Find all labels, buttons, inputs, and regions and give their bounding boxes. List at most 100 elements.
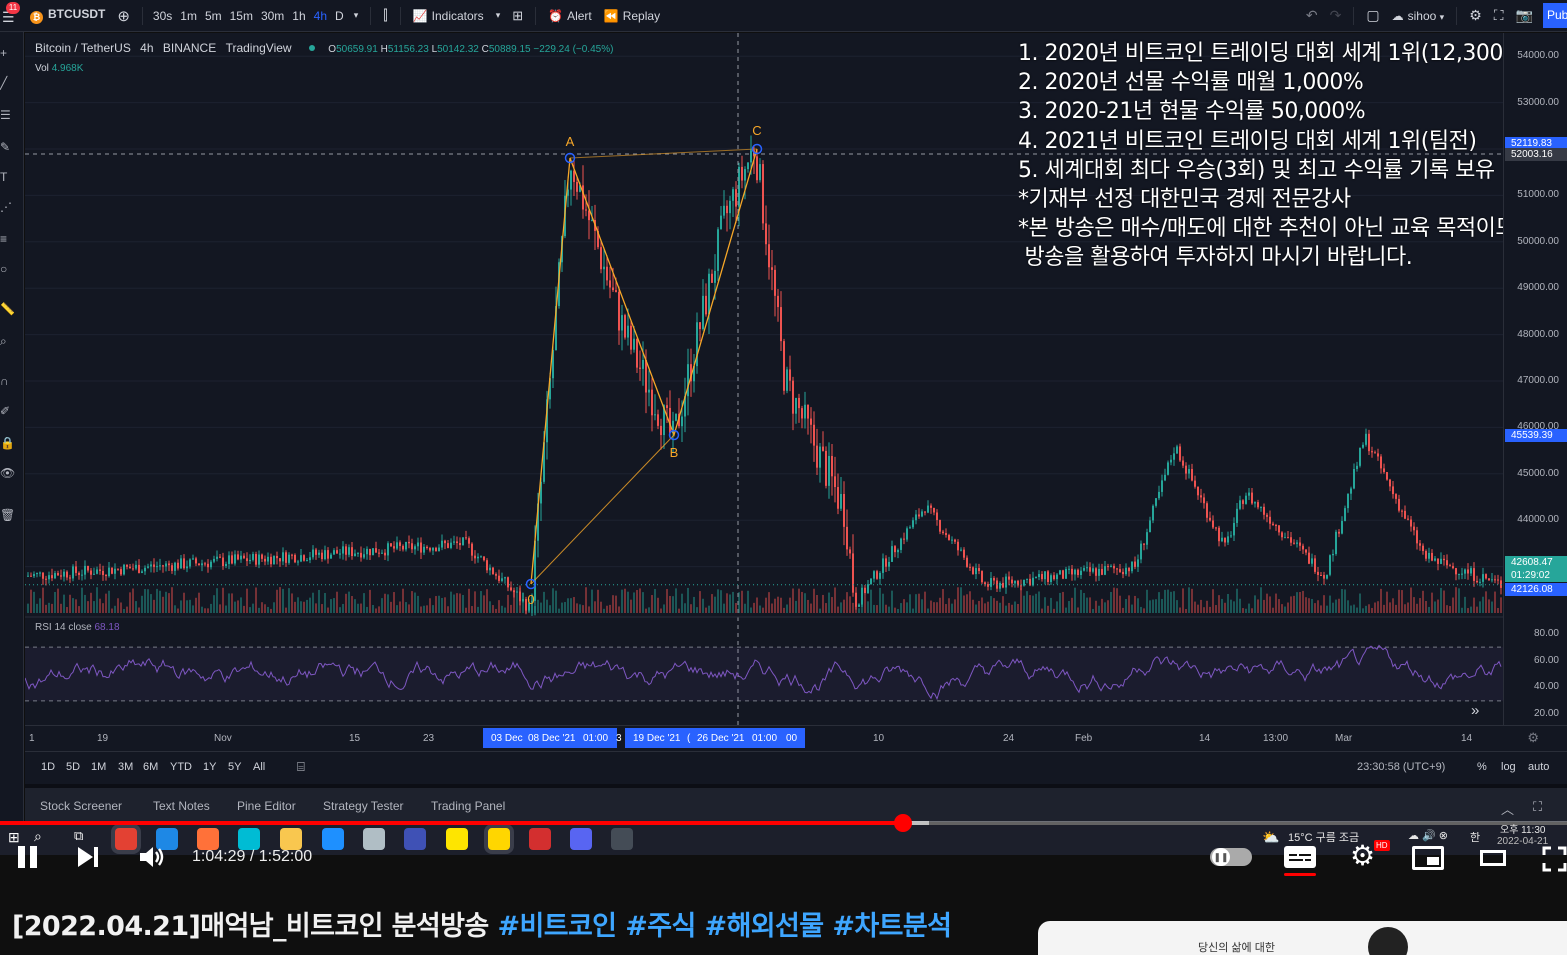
range-1M[interactable]: 1M	[91, 761, 106, 773]
publish-button[interactable]: Pub	[1543, 3, 1567, 28]
pause-button[interactable]	[16, 844, 40, 870]
range-3M[interactable]: 3M	[118, 761, 133, 773]
candle-body	[576, 181, 578, 192]
volume-bar	[948, 598, 950, 613]
volume-bar	[177, 608, 179, 613]
interval-5m[interactable]: 5m	[201, 9, 226, 23]
autoplay-toggle[interactable]: ❚❚	[1210, 848, 1252, 866]
interval-1h[interactable]: 1h	[288, 9, 309, 23]
volume-bar	[1143, 608, 1145, 613]
trend-line-icon[interactable]: ╱	[0, 76, 14, 90]
shapes-icon[interactable]: ○	[0, 262, 14, 276]
snapshot-button[interactable]: 📷	[1510, 7, 1539, 24]
next-button[interactable]	[76, 845, 100, 874]
hashtag-link[interactable]: #차트분석	[832, 911, 952, 942]
volume-bar	[795, 600, 797, 613]
layout-select-button[interactable]: ▢	[1360, 7, 1385, 24]
volume-bar	[285, 607, 287, 613]
redo-button[interactable]: ↷	[1324, 7, 1348, 24]
forecast-icon[interactable]: ≡	[0, 232, 14, 246]
candle-body	[1437, 558, 1439, 564]
brush-icon[interactable]: ✎	[0, 140, 14, 154]
hashtag-link[interactable]: #해외선물	[705, 911, 833, 942]
interval-1m[interactable]: 1m	[176, 9, 201, 23]
range-YTD[interactable]: YTD	[170, 761, 192, 773]
candle-body	[309, 557, 311, 561]
fullscreen-button[interactable]	[1542, 846, 1567, 872]
lock-icon[interactable]: 🔒	[0, 436, 15, 450]
mute-button[interactable]	[138, 844, 166, 875]
symbol-search[interactable]: ₿ BTCUSDT	[24, 7, 111, 24]
trash-icon[interactable]: 🗑	[0, 508, 15, 522]
subtitles-button[interactable]	[1284, 846, 1316, 876]
maximize-panel-icon[interactable]: ⛶	[1533, 799, 1542, 815]
volume-bar	[1080, 589, 1082, 613]
auto-toggle[interactable]: auto	[1528, 761, 1549, 773]
interval-30s[interactable]: 30s	[149, 9, 176, 23]
volume-bar	[1188, 587, 1190, 613]
scroll-to-realtime-icon[interactable]: »	[1471, 702, 1479, 719]
panel-tab[interactable]: Stock Screener	[40, 799, 122, 813]
log-toggle[interactable]: log	[1501, 761, 1516, 773]
volume-bar	[975, 604, 977, 613]
chart-type-button[interactable]: ⫿	[377, 7, 393, 24]
goto-date-icon[interactable]: ⌸	[297, 759, 305, 775]
fib-icon[interactable]: ☰	[0, 108, 14, 122]
interval-15m[interactable]: 15m	[226, 9, 257, 23]
panel-tab[interactable]: Text Notes	[153, 799, 210, 813]
interval-30m[interactable]: 30m	[257, 9, 288, 23]
settings-button[interactable]: ⚙ HD	[1350, 840, 1390, 870]
save-layout-button[interactable]: ☁ sihoo ▾	[1386, 9, 1451, 23]
range-5Y[interactable]: 5Y	[228, 761, 241, 773]
volume-bar	[417, 595, 419, 613]
text-icon[interactable]: T	[0, 170, 14, 184]
miniplayer-button[interactable]	[1412, 846, 1444, 870]
range-6M[interactable]: 6M	[143, 761, 158, 773]
price-axis[interactable]: 54000.0053000.0052000.0051000.0050000.00…	[1503, 33, 1567, 725]
interval-4h[interactable]: 4h	[310, 9, 331, 23]
pattern-label-C: C	[752, 123, 761, 138]
range-All[interactable]: All	[253, 761, 265, 773]
alert-button[interactable]: ⏰ Alert	[542, 9, 598, 23]
lock-drawings-icon[interactable]: ✐	[0, 404, 14, 418]
range-1D[interactable]: 1D	[41, 761, 55, 773]
eye-icon[interactable]: 👁	[0, 466, 15, 480]
crosshair-icon[interactable]: +	[0, 46, 14, 60]
theater-mode-button[interactable]	[1480, 850, 1506, 866]
collapse-panel-icon[interactable]: ︿	[1501, 799, 1514, 818]
time-axis[interactable]: ⚙ 1 19 Nov 15 23 10 24 Feb 14 13:00 Mar 14 03 Dec 08 …	[25, 725, 1567, 751]
compare-symbol-button[interactable]: ⊕	[111, 7, 136, 25]
candle-body	[1158, 491, 1160, 499]
undo-button[interactable]: ↶	[1300, 7, 1324, 24]
range-5D[interactable]: 5D	[66, 761, 80, 773]
candle-body	[1440, 558, 1442, 564]
indicators-dropdown-icon[interactable]: ▾	[490, 10, 507, 21]
panel-tab[interactable]: Pine Editor	[237, 799, 296, 813]
panel-tab[interactable]: Strategy Tester	[323, 799, 403, 813]
hashtag-link[interactable]: #비트코인	[497, 911, 625, 942]
candle-body	[69, 577, 71, 579]
indicators-button[interactable]: 📈 Indicators	[407, 9, 490, 23]
recommended-card[interactable]: 당신의 삶에 대한	[1038, 921, 1567, 955]
magnet-icon[interactable]: ∩	[0, 374, 14, 388]
range-1Y[interactable]: 1Y	[203, 761, 216, 773]
interval-dropdown-icon[interactable]: ▾	[348, 10, 365, 21]
chevron-down-icon: ▾	[1439, 11, 1445, 22]
fullscreen-button[interactable]: ⛶	[1488, 7, 1510, 24]
pattern-icon[interactable]: ⋰	[0, 200, 14, 214]
hashtag-link[interactable]: #주식	[625, 911, 704, 942]
volume-bar	[36, 603, 38, 613]
replay-button[interactable]: ⏪ Replay	[598, 9, 666, 23]
interval-D[interactable]: D	[331, 9, 348, 23]
chart-pane[interactable]: 0 A B C » Bitcoin / TetherUS 4h BINANCE Trad…	[25, 33, 1503, 725]
settings-button[interactable]: ⚙	[1463, 7, 1488, 24]
panel-tab[interactable]: Trading Panel	[431, 799, 505, 813]
ruler-icon[interactable]: 📏	[0, 302, 15, 316]
settings-icon[interactable]: ⚙	[1527, 730, 1539, 746]
redo-icon: ↷	[1329, 7, 1342, 23]
percent-toggle[interactable]: %	[1477, 761, 1487, 773]
templates-button[interactable]: ⊞	[506, 8, 529, 24]
menu-button[interactable]: ☰ 11	[0, 0, 24, 32]
progress-scrubber[interactable]	[894, 814, 912, 832]
zoom-icon[interactable]: ⌕	[0, 334, 14, 348]
